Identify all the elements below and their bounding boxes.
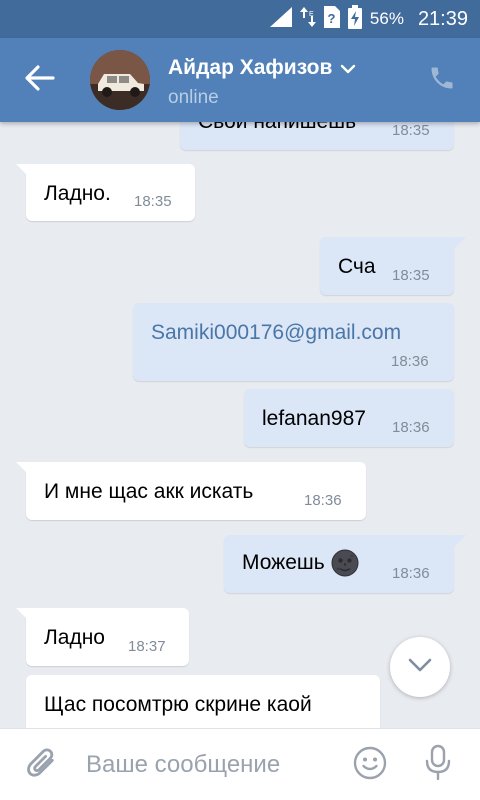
message-bubble-outgoing[interactable]: Сча 18:35 [320,237,466,295]
message-composer [0,728,480,800]
message-text: Можешь [242,551,325,574]
email-link[interactable]: Samiki000176@gmail.com [151,321,401,345]
emoji-button[interactable] [350,745,390,785]
contact-status: online [168,87,219,108]
message-time: 18:35 [392,267,430,284]
message-bubble-incoming[interactable]: Щас посомтрю скрине каой [26,675,380,728]
avatar[interactable] [90,50,150,110]
message-bubble-outgoing[interactable]: lefanan987 18:36 [244,389,454,447]
message-input[interactable] [86,743,336,787]
message-time: 18:36 [392,419,430,436]
message-bubble-incoming[interactable]: И мне щас акк искать 18:36 [16,462,366,520]
message-bubble-outgoing[interactable]: Свой напишешь 18:35 [180,122,454,150]
message-text: И мне щас акк искать [44,480,254,503]
message-text: lefanan987 [262,407,366,430]
bubble-tail [452,535,466,549]
message-text: Свой напишешь [198,122,356,134]
svg-text:?: ? [327,11,335,26]
status-bar: E ? 56% 21:39 [0,0,480,38]
contact-name: Айдар Хафизов [168,56,333,79]
message-time: 18:37 [128,638,166,655]
message-time: 18:36 [304,492,342,509]
chevron-down-icon [407,657,433,678]
arrow-left-icon [25,64,55,96]
svg-text:E: E [309,11,314,18]
message-time: 18:36 [391,353,429,370]
bubble-tail [16,608,30,622]
message-bubble-outgoing[interactable]: Samiki000176@gmail.com 18:36 [133,303,454,381]
status-time: 21:39 [417,7,468,30]
message-text-with-emoji: Можешь [242,549,359,577]
chat-header: Айдар Хафизов online [0,38,480,122]
chevron-down-icon [340,56,356,80]
message-bubble-incoming[interactable]: Ладно. 18:35 [16,164,195,221]
avatar-car-image [90,50,150,110]
message-time: 18:35 [134,193,172,210]
signal-icon [269,6,292,32]
bubble-tail [452,237,466,251]
scroll-down-button[interactable] [390,637,450,697]
paperclip-icon [26,745,58,786]
data-arrows-icon: E [299,5,316,34]
microphone-icon [424,744,452,787]
battery-charging-icon [347,4,362,34]
phone-icon [428,64,456,97]
message-text: Ладно [44,626,105,649]
message-text: Сча [338,255,376,278]
battery-percent: 56% [369,9,404,28]
message-text: Щас посомтрю скрине каой [44,693,312,716]
message-list[interactable]: Свой напишешь 18:35 Ладно. 18:35 Сча 18:… [0,122,480,728]
bubble-tail [16,164,30,178]
message-time: 18:36 [392,565,430,582]
call-button[interactable] [424,62,460,98]
voice-message-button[interactable] [418,743,458,787]
attach-button[interactable] [22,745,62,785]
new-moon-face-emoji [331,549,359,577]
message-bubble-outgoing[interactable]: Можешь 18:36 [224,535,466,593]
status-icons: E ? 56% 21:39 [269,0,468,38]
back-button[interactable] [18,60,62,100]
message-text: Ладно. [44,182,111,205]
contact-name-button[interactable]: Айдар Хафизов [168,56,356,80]
message-bubble-incoming[interactable]: Ладно 18:37 [16,608,189,666]
smiley-icon [353,746,387,785]
sim-unknown-icon: ? [323,5,340,33]
bubble-tail [16,462,30,476]
chat-screen: E ? 56% 21:39 Айдар Хафизов online 18:35… [0,0,480,800]
message-time: 18:35 [392,122,430,139]
